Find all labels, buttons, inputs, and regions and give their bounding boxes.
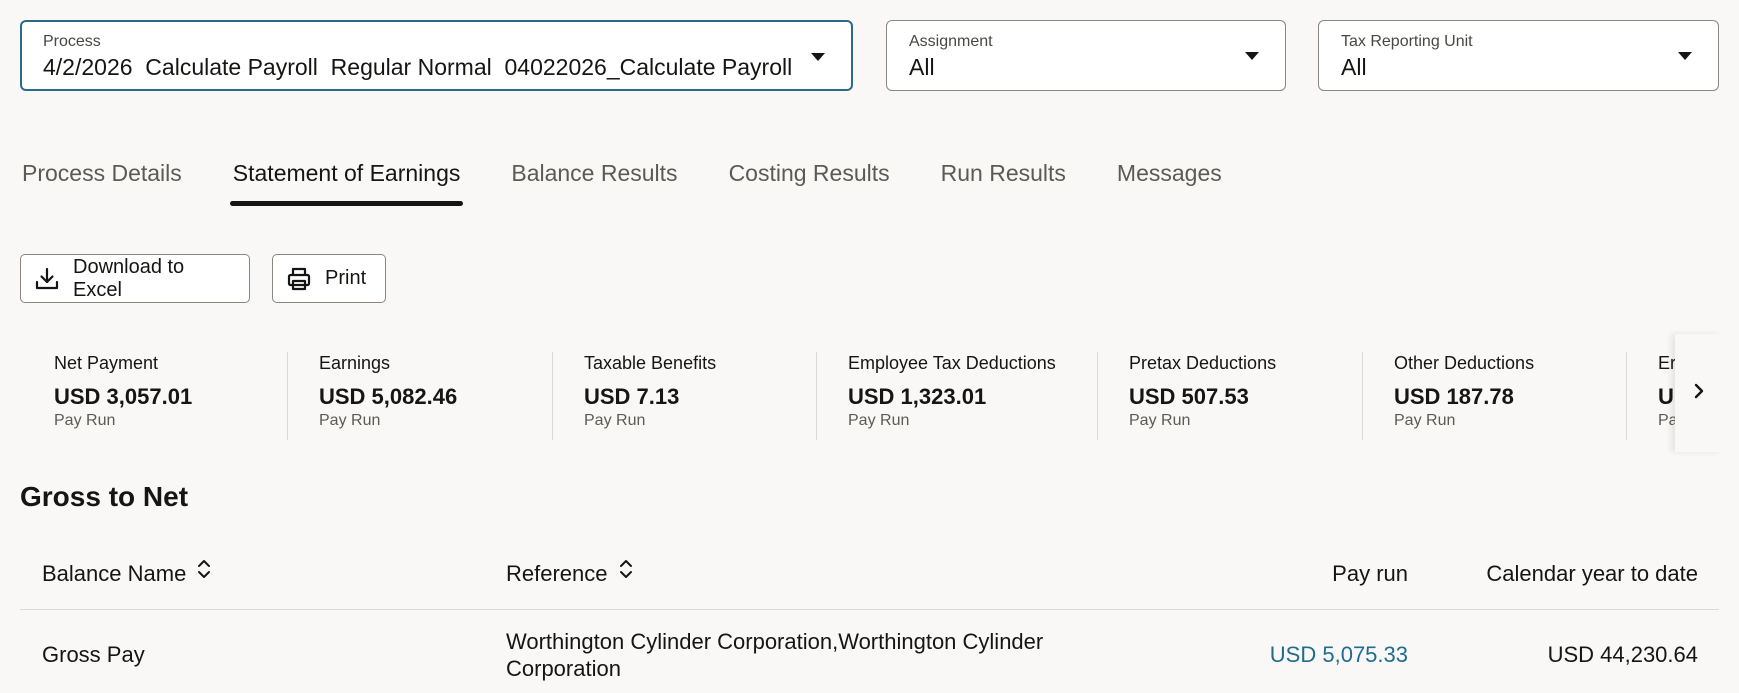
process-value: 4/2/2026 Calculate Payroll Regular Norma…: [43, 54, 792, 80]
column-header-reference[interactable]: Reference: [506, 545, 634, 610]
summary-card-pretax-deductions[interactable]: Pretax Deductions USD 507.53 Pay Run: [1097, 352, 1277, 440]
tab-balance-results[interactable]: Balance Results: [511, 150, 677, 208]
card-subtext: Pay Run: [54, 412, 116, 429]
download-to-excel-button[interactable]: Download to Excel: [20, 254, 250, 303]
chevron-down-icon: [1245, 52, 1259, 60]
column-header-balance-name[interactable]: Balance Name: [42, 545, 212, 610]
process-select[interactable]: Process 4/2/2026 Calculate Payroll Regul…: [20, 20, 853, 91]
print-button[interactable]: Print: [272, 254, 386, 303]
assignment-label: Assignment: [909, 33, 993, 50]
tax-reporting-unit-label: Tax Reporting Unit: [1341, 33, 1473, 50]
tab-costing-results[interactable]: Costing Results: [729, 150, 890, 208]
tax-reporting-unit-select[interactable]: Tax Reporting Unit All: [1318, 20, 1719, 91]
card-divider: [552, 352, 553, 440]
assignment-select[interactable]: Assignment All: [886, 20, 1286, 91]
cell-calendar-year-to-date: USD 44,230.64: [1547, 642, 1698, 667]
card-label: Earnings: [319, 353, 391, 373]
gross-to-net-table: Balance Name Reference Pay run Calendar …: [20, 545, 1719, 693]
card-amount: USD 1,323.01: [848, 384, 987, 409]
card-label: Taxable Benefits: [584, 353, 717, 373]
card-amount: USD 7.13: [584, 384, 680, 409]
summary-card-earnings[interactable]: Earnings USD 5,082.46 Pay Run: [287, 352, 458, 440]
tab-messages[interactable]: Messages: [1117, 150, 1222, 208]
card-divider: [1626, 352, 1627, 440]
card-amount: USD 3,057.01: [54, 384, 193, 409]
card-subtext: Pay Run: [848, 412, 910, 429]
card-subtext: Pay Run: [1129, 412, 1191, 429]
printer-icon: [285, 265, 313, 293]
card-amount: USD 5,082.46: [319, 384, 458, 409]
card-subtext: Pay Run: [584, 412, 646, 429]
sort-icon[interactable]: [196, 544, 212, 602]
card-label: Pretax Deductions: [1129, 353, 1277, 373]
card-amount: U: [1658, 384, 1674, 409]
table-body: Gross Pay Worthington Cylinder Corporati…: [20, 610, 1719, 693]
download-to-excel-label: Download to Excel: [73, 255, 185, 301]
tab-run-results[interactable]: Run Results: [941, 150, 1066, 208]
cell-reference: Worthington Cylinder Corporation,Worthin…: [506, 629, 1044, 681]
card-subtext: Pa: [1658, 412, 1675, 429]
pay-run-amount-link[interactable]: USD 5,075.33: [1270, 641, 1408, 668]
card-amount: USD 507.53: [1129, 384, 1249, 409]
card-subtext: Pay Run: [319, 412, 381, 429]
card-divider: [287, 352, 288, 440]
carousel-next-button[interactable]: [1675, 334, 1723, 452]
card-amount: USD 187.78: [1394, 384, 1514, 409]
table-header: Balance Name Reference Pay run Calendar …: [20, 545, 1719, 610]
download-icon: [33, 265, 61, 293]
column-header-calendar-year-to-date[interactable]: Calendar year to date: [1486, 545, 1698, 610]
tab-process-details[interactable]: Process Details: [22, 150, 182, 208]
summary-card-employee-tax-deductions[interactable]: Employee Tax Deductions USD 1,323.01 Pay…: [816, 352, 1056, 440]
tab-statement-of-earnings[interactable]: Statement of Earnings: [229, 150, 463, 208]
print-label: Print: [325, 267, 367, 289]
tab-bar: Process Details Statement of Earnings Ba…: [22, 150, 1273, 208]
card-label: Net Payment: [54, 353, 159, 373]
table-row: Gross Pay Worthington Cylinder Corporati…: [20, 610, 1719, 693]
card-divider: [816, 352, 817, 440]
chevron-right-icon: [1691, 382, 1707, 405]
assignment-value: All: [909, 54, 935, 80]
card-subtext: Pay Run: [1394, 412, 1456, 429]
card-label: Er: [1658, 353, 1675, 373]
card-divider: [1362, 352, 1363, 440]
summary-card-taxable-benefits[interactable]: Taxable Benefits USD 7.13 Pay Run: [552, 352, 717, 440]
summary-card-partial[interactable]: Er U Pa: [1626, 352, 1675, 440]
chevron-down-icon: [811, 53, 825, 61]
sort-icon[interactable]: [618, 544, 634, 602]
column-header-pay-run[interactable]: Pay run: [1332, 545, 1408, 610]
summary-carousel: Net Payment USD 3,057.01 Pay Run Earning…: [20, 334, 1675, 452]
tax-reporting-unit-value: All: [1341, 54, 1367, 80]
section-title: Gross to Net: [20, 481, 189, 512]
card-label: Employee Tax Deductions: [848, 353, 1056, 373]
chevron-down-icon: [1678, 52, 1692, 60]
card-divider: [1097, 352, 1098, 440]
process-label: Process: [43, 33, 101, 50]
card-label: Other Deductions: [1394, 353, 1535, 373]
summary-card-other-deductions[interactable]: Other Deductions USD 187.78 Pay Run: [1362, 352, 1535, 440]
summary-card-net-payment[interactable]: Net Payment USD 3,057.01 Pay Run: [54, 352, 192, 440]
cell-balance-name: Gross Pay: [42, 642, 145, 667]
